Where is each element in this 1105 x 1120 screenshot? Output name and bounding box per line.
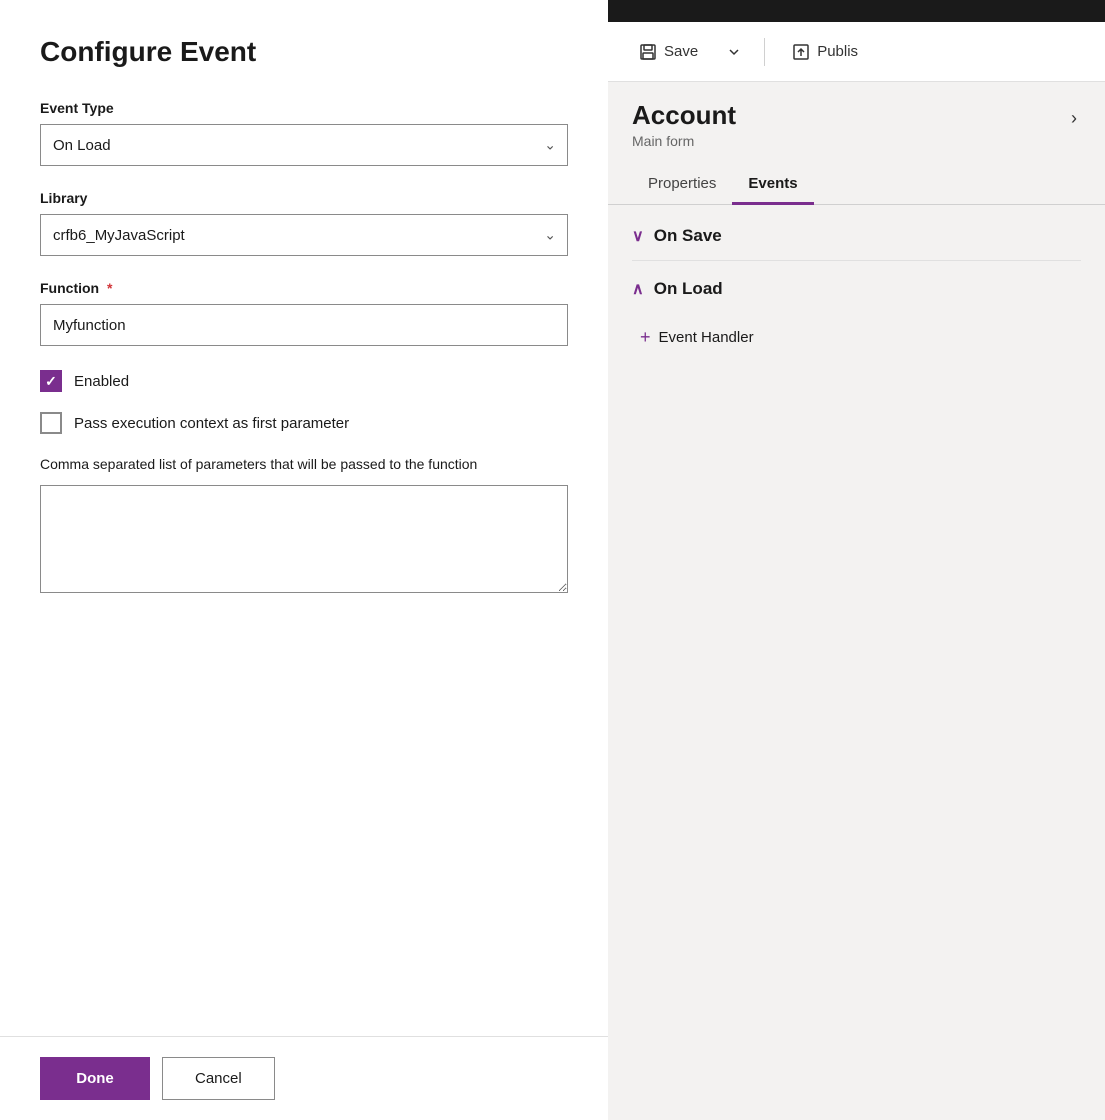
params-description: Comma separated list of parameters that … (40, 454, 568, 475)
required-asterisk: * (107, 280, 112, 296)
params-textarea[interactable] (40, 485, 568, 593)
function-label: Function * (40, 280, 568, 296)
event-handler-label: Event Handler (659, 329, 754, 346)
account-expand-button[interactable]: › (1067, 104, 1081, 133)
publish-button[interactable]: Publis (781, 36, 868, 68)
tab-events-label: Events (748, 175, 797, 192)
event-type-label: Event Type (40, 100, 568, 116)
function-input[interactable] (40, 304, 568, 346)
tabs-row: Properties Events (608, 165, 1105, 205)
cancel-button[interactable]: Cancel (162, 1057, 275, 1100)
pass-context-label: Pass execution context as first paramete… (74, 415, 349, 432)
save-label: Save (664, 43, 698, 60)
toolbar: Save Publis (608, 22, 1105, 82)
account-title: Account (632, 100, 736, 131)
publish-icon (791, 42, 811, 62)
modal-footer: Done Cancel (0, 1036, 608, 1120)
pass-context-checkbox[interactable] (40, 412, 62, 434)
tab-properties[interactable]: Properties (632, 165, 732, 205)
save-dropdown-button[interactable] (720, 38, 748, 66)
save-button[interactable]: Save (628, 36, 708, 68)
account-subtitle: Main form (632, 133, 736, 149)
pass-context-checkbox-row[interactable]: Pass execution context as first paramete… (40, 412, 568, 434)
function-group: Function * (40, 280, 568, 346)
publish-label: Publis (817, 43, 858, 60)
library-select[interactable]: crfb6_MyJavaScript (40, 214, 568, 256)
modal-panel: Configure Event Event Type On Load On Sa… (0, 0, 608, 1120)
event-type-group: Event Type On Load On Save On Change ⌄ (40, 100, 568, 166)
tab-events[interactable]: Events (732, 165, 813, 205)
chevron-down-icon (726, 44, 742, 60)
on-save-section[interactable]: ∨ On Save (632, 208, 1081, 261)
plus-icon: + (640, 327, 651, 348)
events-content: ∨ On Save ∧ On Load + Event Handler (608, 208, 1105, 362)
event-type-select[interactable]: On Load On Save On Change (40, 124, 568, 166)
library-select-wrapper: crfb6_MyJavaScript ⌄ (40, 214, 568, 256)
on-save-chevron-icon: ∨ (632, 226, 644, 246)
toolbar-divider (764, 38, 765, 66)
enabled-label: Enabled (74, 373, 129, 390)
account-info: Account Main form (632, 100, 736, 149)
on-save-label: On Save (654, 226, 722, 246)
on-load-label: On Load (654, 279, 723, 299)
library-group: Library crfb6_MyJavaScript ⌄ (40, 190, 568, 256)
event-type-select-wrapper: On Load On Save On Change ⌄ (40, 124, 568, 166)
done-button[interactable]: Done (40, 1057, 150, 1100)
save-icon (638, 42, 658, 62)
top-bar (608, 0, 1105, 22)
enabled-checkbox-row[interactable]: Enabled (40, 370, 568, 392)
library-label: Library (40, 190, 568, 206)
on-load-chevron-icon: ∧ (632, 279, 644, 299)
event-handler-row[interactable]: + Event Handler (632, 313, 1081, 362)
params-group: Comma separated list of parameters that … (40, 454, 568, 598)
account-section: Account Main form › (608, 82, 1105, 149)
enabled-checkbox[interactable] (40, 370, 62, 392)
tab-properties-label: Properties (648, 175, 716, 192)
on-load-section[interactable]: ∧ On Load (632, 261, 1081, 313)
account-header: Account Main form › (632, 100, 1081, 149)
modal-title: Configure Event (40, 36, 568, 68)
